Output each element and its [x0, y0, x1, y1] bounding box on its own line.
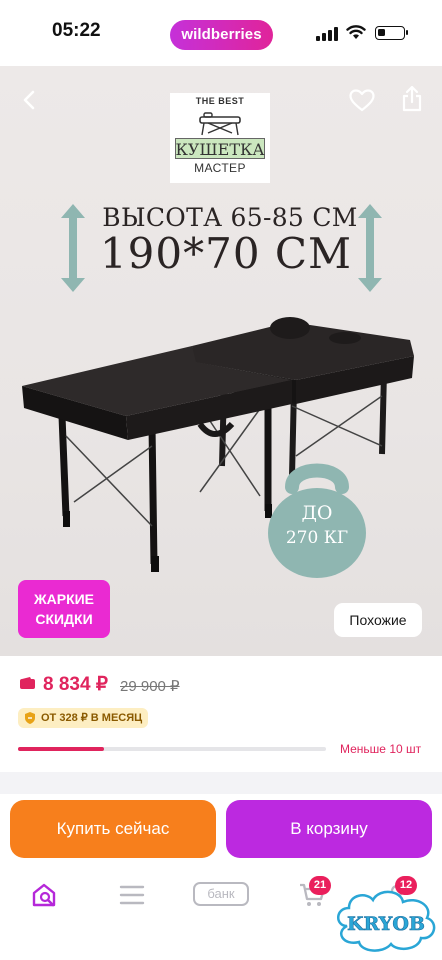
- share-button[interactable]: [395, 81, 429, 115]
- dimensions-text: 190*70 СМ: [99, 229, 353, 278]
- installment-text: ОТ 328 ₽ В МЕСЯЦ: [41, 712, 143, 724]
- section-divider: [0, 772, 442, 794]
- wallet-icon: [20, 677, 35, 689]
- tab-bank[interactable]: банк: [193, 882, 249, 906]
- brand-logo: THE BEST КУШЕТКА МАСТЕР: [170, 93, 270, 183]
- tab-home[interactable]: [25, 878, 65, 912]
- tab-catalog[interactable]: [112, 878, 152, 912]
- stock-progress-bar: [18, 747, 326, 751]
- logo-tagline: THE BEST: [195, 96, 245, 106]
- max-load-value: 270 КГ: [285, 528, 349, 548]
- installment-shield-icon: [25, 712, 35, 724]
- cellular-signal-icon: [316, 27, 340, 41]
- max-load-prefix: ДО: [301, 502, 333, 524]
- hot-discounts-badge[interactable]: ЖАРКИЕ СКИДКИ: [18, 580, 110, 638]
- hot-badge-line2: СКИДКИ: [35, 611, 93, 627]
- stock-label: Меньше 10 шт: [340, 742, 422, 756]
- share-icon: [402, 85, 422, 112]
- add-to-cart-button[interactable]: В корзину: [226, 800, 432, 858]
- height-arrow-right-icon: [358, 204, 382, 292]
- buy-now-button[interactable]: Купить сейчас: [10, 800, 216, 858]
- similar-button[interactable]: Похожие: [334, 603, 422, 637]
- heart-icon: [349, 88, 375, 111]
- clock: 05:22: [52, 20, 101, 41]
- favorite-button[interactable]: [345, 83, 379, 117]
- massage-table-logo-icon: [199, 112, 241, 136]
- installment-badge[interactable]: ОТ 328 ₽ В МЕСЯЦ: [18, 708, 149, 728]
- height-arrow-left-icon: [61, 204, 85, 292]
- app-brand-pill: wildberries: [170, 20, 273, 50]
- status-bar: 05:22 wildberries: [0, 0, 442, 66]
- stock-progress-fill: [18, 747, 105, 751]
- kryob-watermark: KRYOB: [337, 890, 436, 952]
- back-arrow-icon: [23, 90, 35, 110]
- cart-count-badge: 21: [309, 876, 331, 895]
- price-section: 8 834 ₽ 29 900 ₽ ОТ 328 ₽ В МЕСЯЦ Меньше…: [0, 656, 442, 772]
- old-price: 29 900 ₽: [120, 678, 180, 695]
- wifi-icon: [346, 25, 366, 39]
- logo-word-master: МАСТЕР: [194, 161, 246, 175]
- height-range-text: ВЫСОТА 65-85 СМ: [102, 203, 358, 232]
- menu-icon: [119, 885, 145, 905]
- massage-table-image: [22, 317, 414, 572]
- search-home-icon: [32, 883, 56, 907]
- current-price: 8 834 ₽: [43, 674, 108, 695]
- logo-word-kushetka: КУШЕТКА: [175, 140, 265, 159]
- hot-badge-line1: ЖАРКИЕ: [33, 591, 95, 607]
- battery-icon: [375, 26, 408, 40]
- watermark-text: KRYOB: [347, 913, 425, 935]
- product-photo[interactable]: THE BEST КУШЕТКА МАСТЕР ВЫСОТА 65-85 СМ …: [0, 66, 442, 656]
- back-button[interactable]: [12, 83, 46, 117]
- battery-level: [378, 29, 385, 36]
